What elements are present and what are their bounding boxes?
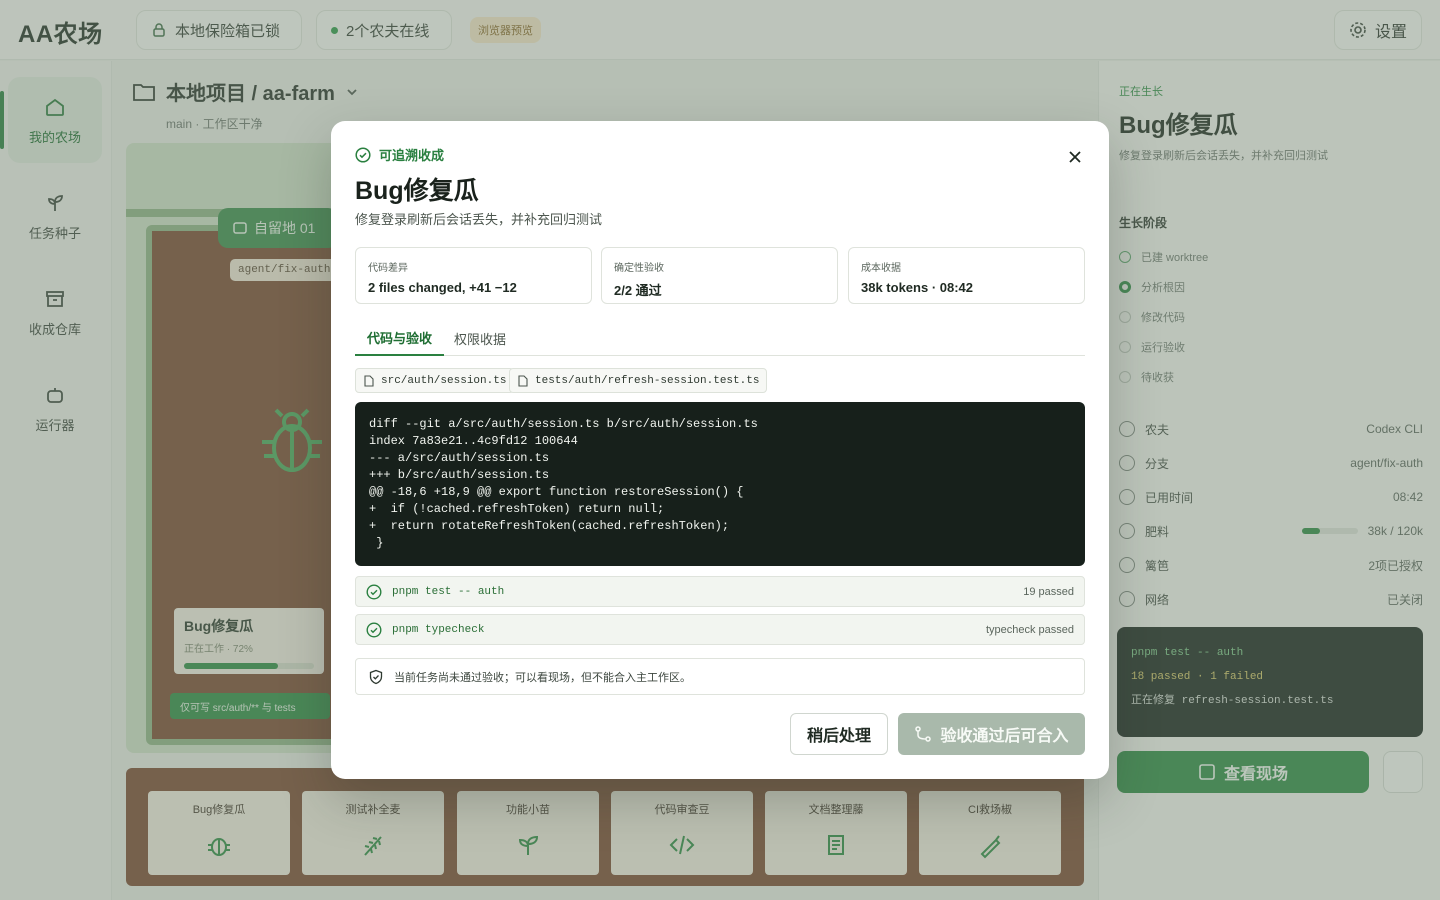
modal-description: 修复登录刷新后会话丢失，并补充回归测试 (355, 212, 603, 227)
file-chip[interactable]: tests/auth/refresh-session.test.ts (509, 368, 768, 393)
harvest-modal: 可追溯收成 Bug修复瓜 修复登录刷新后会话丢失，并补充回归测试 代码差异 2 … (331, 121, 1109, 779)
file-icon (364, 374, 374, 387)
diff-viewer: diff --git a/src/auth/session.ts b/src/a… (355, 402, 1085, 566)
acceptance-warning: 当前任务尚未通过验收；可以看现场，但不能合入主工作区。 (355, 658, 1085, 695)
check-command: pnpm test -- auth (392, 585, 505, 598)
merge-button-label: 验收通过后可合入 (940, 728, 1069, 745)
check-circle-icon (366, 583, 382, 600)
file-chip[interactable]: src/auth/session.ts (355, 368, 515, 393)
git-merge-icon (915, 726, 932, 742)
file-icon (518, 374, 528, 387)
close-icon (1069, 151, 1081, 163)
stat-label: 成本收据 (861, 263, 901, 274)
stat-value: 38k tokens · 08:42 (861, 280, 974, 295)
modal-title: Bug修复瓜 (355, 177, 479, 205)
merge-button[interactable]: 验收通过后可合入 (898, 713, 1085, 755)
check-row: pnpm test -- auth 19 passed (355, 576, 1085, 607)
stat-value: 2/2 通过 (614, 283, 662, 298)
check-result: typecheck passed (985, 623, 1074, 636)
close-button[interactable] (1061, 143, 1089, 171)
modal-kicker-label: 可追溯收成 (379, 148, 445, 163)
stat-label: 代码差异 (368, 263, 408, 274)
tab-permission-receipt[interactable]: 权限收据 (442, 321, 518, 356)
check-row: pnpm typecheck typecheck passed (355, 614, 1085, 645)
stat-label: 确定性验收 (614, 263, 664, 274)
stat-cost-receipt: 成本收据 38k tokens · 08:42 (848, 247, 1085, 304)
file-name: tests/auth/refresh-session.test.ts (535, 374, 760, 387)
stat-code-diff: 代码差异 2 files changed, +41 −12 (355, 247, 592, 304)
shield-check-icon (369, 669, 383, 684)
later-button[interactable]: 稍后处理 (790, 713, 888, 755)
check-circle-icon (355, 146, 371, 163)
modal-tabs: 代码与验收 权限收据 (355, 321, 1085, 356)
stat-value: 2 files changed, +41 −12 (368, 280, 517, 295)
check-circle-icon (366, 621, 382, 638)
modal-kicker: 可追溯收成 (355, 145, 444, 164)
check-command: pnpm typecheck (392, 623, 485, 636)
stat-acceptance: 确定性验收 2/2 通过 (601, 247, 838, 304)
tab-code-and-acceptance[interactable]: 代码与验收 (355, 321, 445, 356)
check-result: 19 passed (1023, 585, 1074, 598)
file-name: src/auth/session.ts (381, 374, 507, 387)
warning-text: 当前任务尚未通过验收；可以看现场，但不能合入主工作区。 (394, 671, 691, 684)
